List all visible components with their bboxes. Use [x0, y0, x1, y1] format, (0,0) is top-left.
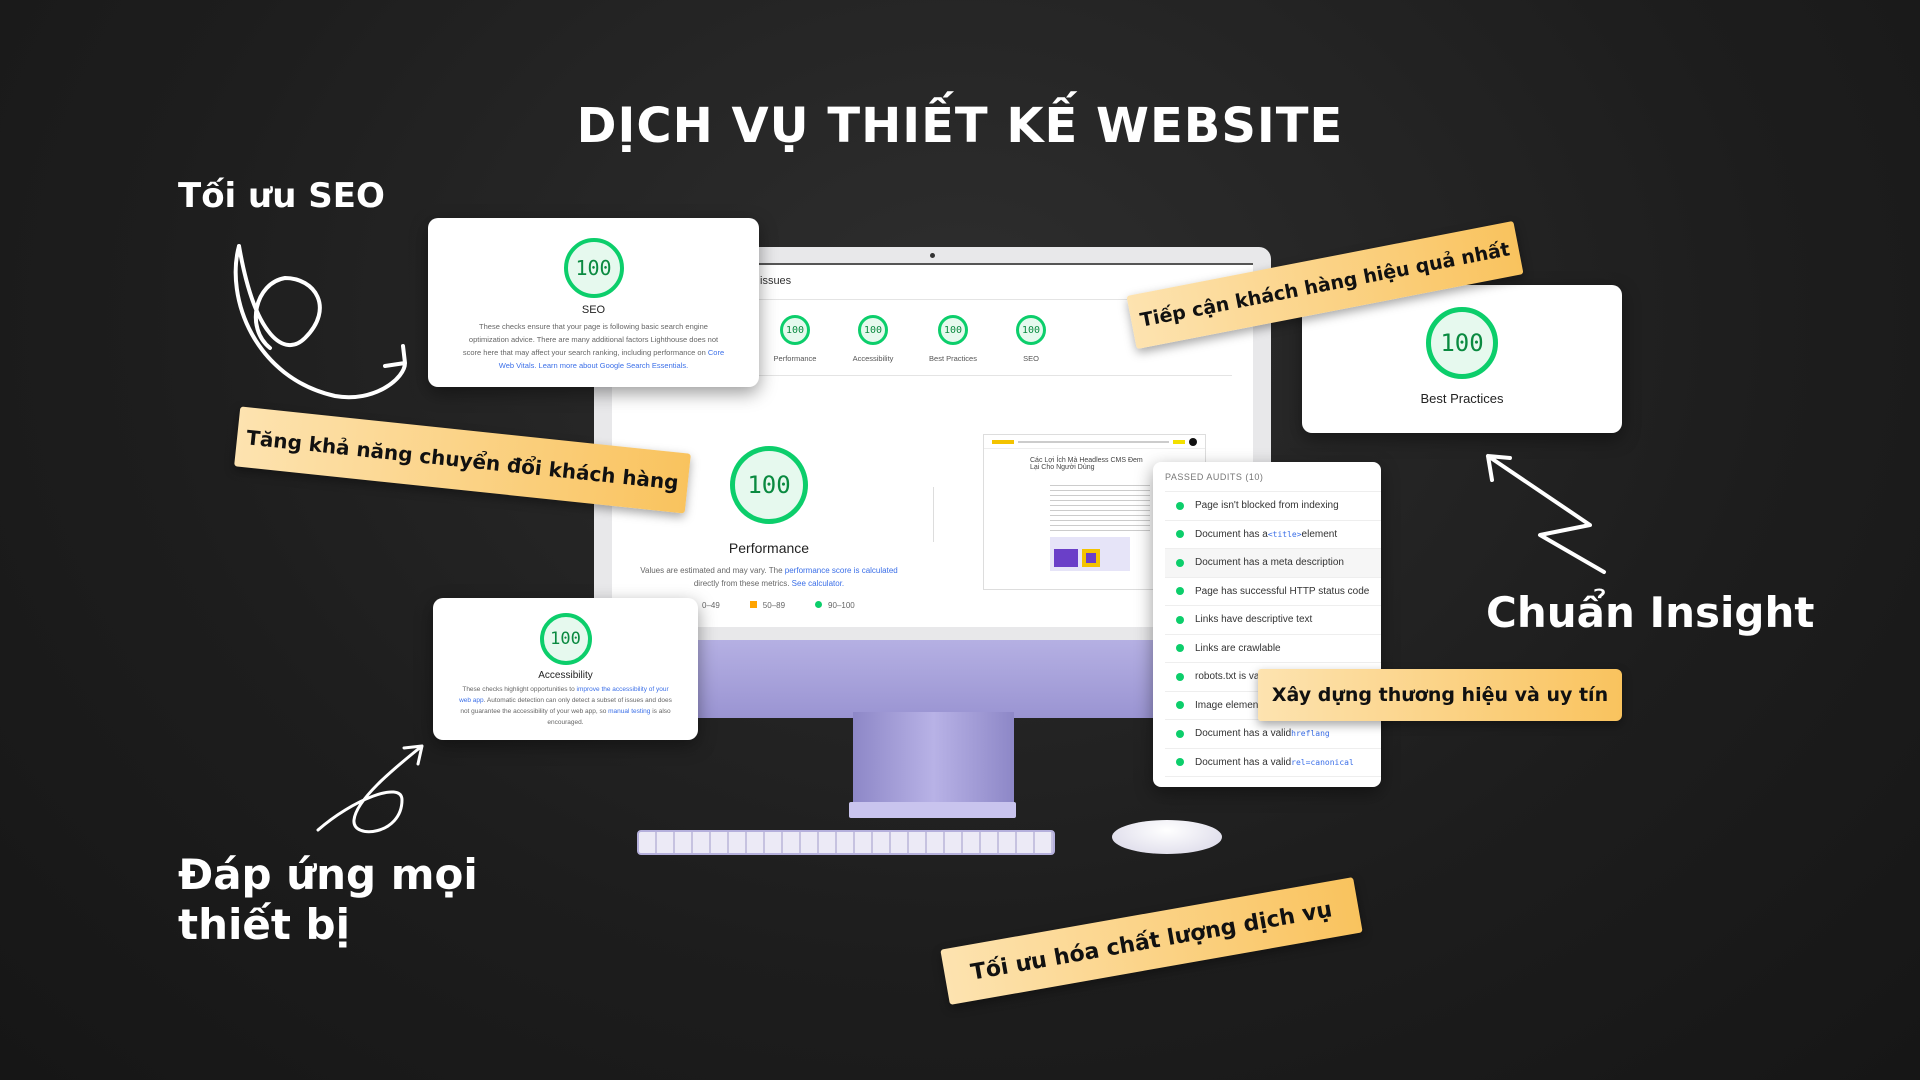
passed-audits-panel: PASSED AUDITS (10) Page isn't blocked fr…	[1153, 462, 1381, 787]
seo-label: SEO	[581, 304, 606, 316]
score-gauge: 100	[1016, 315, 1046, 345]
score-gauge: 100	[938, 315, 968, 345]
keyboard	[637, 830, 1055, 855]
category-score-best-practices[interactable]: 100 Best Practices	[913, 315, 993, 363]
monitor-base	[849, 802, 1016, 818]
best-practices-gauge: 100	[1426, 307, 1498, 379]
monitor-stand	[853, 712, 1014, 806]
heading-insight: Chuẩn Insight	[1486, 588, 1815, 637]
audit-item[interactable]: Document has a valid rel=canonical	[1165, 749, 1381, 777]
audit-text: Page has successful HTTP status code	[1195, 585, 1370, 597]
score-legend: 0–49 50–89 90–100	[702, 601, 855, 610]
score-gauge: 100	[858, 315, 888, 345]
mouse	[1112, 820, 1222, 854]
pass-icon	[1176, 758, 1184, 767]
heading-devices: Đáp ứng mọi thiết bị	[178, 850, 478, 950]
category-score-performance[interactable]: 100 Performance	[755, 315, 835, 363]
calculator-link[interactable]: See calculator.	[792, 579, 844, 588]
zigzag-arrow-icon	[1486, 454, 1606, 574]
performance-gauge: 100	[730, 446, 808, 524]
seo-desc: These checks ensure that your page is fo…	[462, 322, 725, 370]
pass-icon	[1176, 672, 1184, 681]
issues-tab[interactable]: issues	[760, 275, 791, 287]
pass-icon	[1176, 558, 1184, 567]
heading-devices-line2: thiết bị	[178, 900, 351, 949]
audit-item[interactable]: Page isn't blocked from indexing	[1165, 492, 1381, 521]
swirl-arrow-icon	[233, 244, 407, 400]
seo-gauge: 100	[563, 238, 624, 298]
pass-icon	[1176, 501, 1184, 510]
best-practices-label: Best Practices	[1420, 391, 1504, 406]
score-label: Best Practices	[929, 354, 977, 363]
audit-text: robots.txt is val	[1195, 671, 1262, 683]
audit-code: rel=canonical	[1291, 757, 1354, 767]
perf-score-link[interactable]: performance score is calculated	[785, 566, 898, 575]
audit-item[interactable]: Links have descriptive text	[1165, 606, 1381, 635]
thumbnail-title: Các Lợi Ích Mà Headless CMS Đem Lại Cho …	[1030, 457, 1143, 471]
manual-testing-link[interactable]: manual testing	[608, 708, 650, 715]
category-score-accessibility[interactable]: 100 Accessibility	[833, 315, 913, 363]
page-title: DỊCH VỤ THIẾT KẾ WEBSITE	[576, 98, 1344, 154]
tag-brand: Xây dựng thương hiệu và uy tín	[1258, 669, 1622, 721]
audit-text: Document has a meta description	[1195, 557, 1344, 569]
accessibility-gauge: 100	[539, 613, 592, 665]
accessibility-label: Accessibility	[538, 670, 593, 681]
legend-pass: 90–100	[815, 601, 855, 610]
score-label: Performance	[773, 354, 817, 363]
heading-seo: Tối ưu SEO	[178, 176, 385, 216]
audit-code: hreflang	[1291, 729, 1330, 739]
legend-average: 50–89	[749, 601, 785, 610]
performance-desc: Values are estimated and may vary. The p…	[640, 566, 898, 588]
performance-label: Performance	[728, 540, 810, 556]
seo-score-card: 100 SEO These checks ensure that your pa…	[428, 218, 759, 387]
pass-icon	[1176, 644, 1184, 653]
category-score-seo[interactable]: 100 SEO	[991, 315, 1071, 363]
pass-icon	[1176, 530, 1184, 539]
passed-audits-header: PASSED AUDITS (10)	[1165, 472, 1381, 492]
accessibility-card: 100 Accessibility These checks highlight…	[433, 598, 698, 740]
audit-text: Document has a	[1195, 528, 1268, 540]
heading-devices-line1: Đáp ứng mọi	[178, 850, 478, 899]
audit-item[interactable]: Page has successful HTTP status code	[1165, 578, 1381, 606]
audit-item[interactable]: Document has a meta description	[1165, 549, 1381, 578]
audit-item[interactable]: Links are crawlable	[1165, 635, 1381, 663]
audit-item[interactable]: Document has a valid hreflang	[1165, 720, 1381, 749]
audit-text: Document has a valid	[1195, 728, 1292, 740]
pass-icon	[1176, 615, 1184, 624]
loop-arrow-icon	[316, 744, 424, 834]
audit-item[interactable]: Document has a <title> element	[1165, 521, 1381, 549]
pass-icon	[1176, 701, 1184, 710]
audit-text: Document has a valid	[1195, 756, 1292, 768]
pass-icon	[1176, 729, 1184, 738]
camera-icon	[930, 253, 935, 258]
audit-text: Links have descriptive text	[1195, 614, 1313, 626]
pass-icon	[1176, 587, 1184, 596]
tag-quality: Tối ưu hóa chất lượng dịch vụ	[940, 877, 1363, 1005]
audit-text: Links are crawlable	[1195, 642, 1281, 654]
accessibility-desc: These checks highlight opportunities to …	[459, 686, 672, 726]
legend-fail: 0–49	[702, 601, 720, 610]
audit-text: Image element	[1195, 699, 1262, 711]
audit-code: <title>	[1267, 529, 1302, 539]
score-label: SEO	[1023, 354, 1039, 363]
audit-text: Page isn't blocked from indexing	[1195, 500, 1339, 512]
score-label: Accessibility	[852, 354, 894, 363]
audit-text-after: element	[1301, 528, 1338, 540]
score-gauge: 100	[780, 315, 810, 345]
